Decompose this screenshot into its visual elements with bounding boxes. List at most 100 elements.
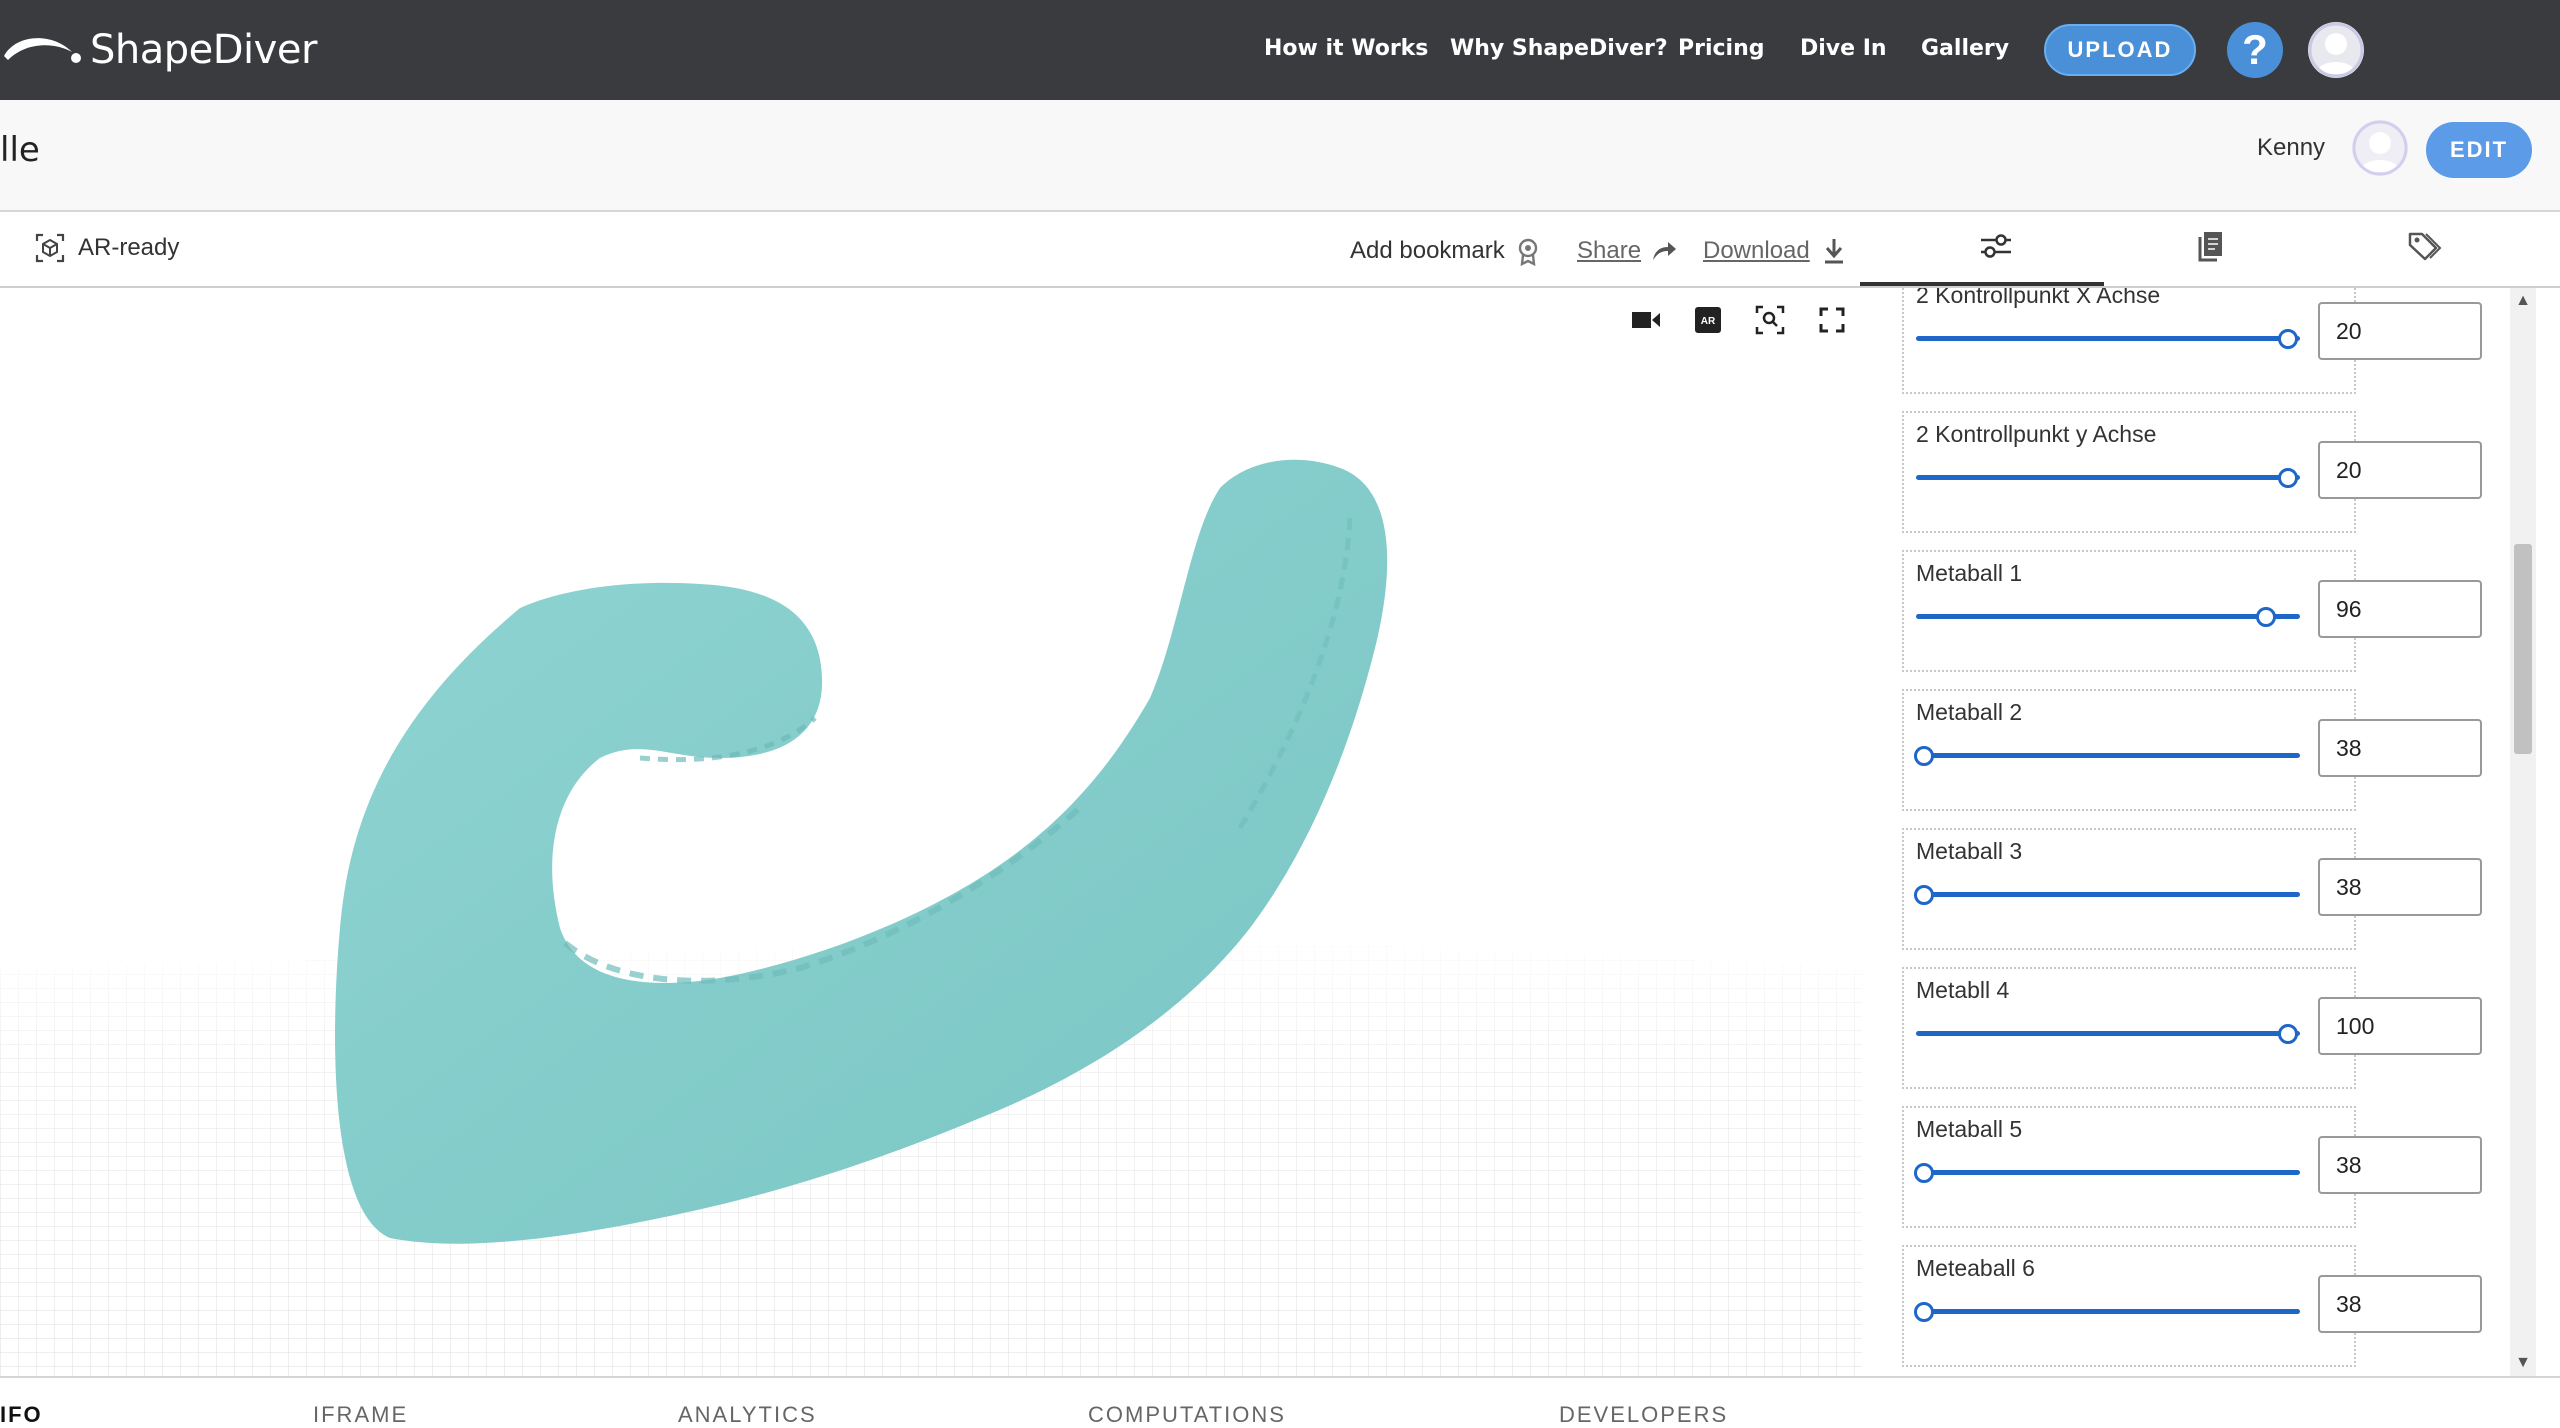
slider-track[interactable] — [1916, 336, 2300, 341]
tab-parameters[interactable] — [1976, 226, 2016, 266]
slider-thumb[interactable] — [2278, 329, 2298, 349]
download-label: Download — [1703, 237, 1810, 264]
tab-tags[interactable] — [2404, 226, 2444, 266]
edit-button[interactable]: EDIT — [2426, 122, 2532, 178]
parameter-value-input[interactable]: 100 — [2318, 997, 2482, 1055]
parameter-card: Metaball 1 96 — [1902, 550, 2482, 672]
nav-dive-in[interactable]: Dive In — [1800, 36, 1887, 61]
parameter-value-input[interactable]: 20 — [2318, 441, 2482, 499]
nav-how-it-works[interactable]: How it Works — [1264, 36, 1428, 61]
parameter-value-input[interactable]: 38 — [2318, 858, 2482, 916]
parameter-value-input[interactable]: 96 — [2318, 580, 2482, 638]
parameter-card: Metabll 4 100 — [1902, 967, 2482, 1089]
fullscreen-button[interactable] — [1814, 302, 1850, 338]
fullscreen-icon — [1819, 307, 1845, 333]
panel-scrollbar[interactable]: ▲ ▼ — [2510, 288, 2536, 1376]
model-title: lle — [0, 130, 40, 170]
top-navigation: ShapeDiver How it Works Why ShapeDiver? … — [0, 0, 2560, 100]
ar-icon: AR — [1695, 307, 1721, 333]
nav-pricing[interactable]: Pricing — [1678, 36, 1765, 61]
user-silhouette-icon — [2308, 22, 2364, 78]
slider-track[interactable] — [1916, 1170, 2300, 1175]
slider-thumb[interactable] — [1914, 1302, 1934, 1322]
ar-cube-icon — [35, 233, 65, 263]
slider-track[interactable] — [1916, 753, 2300, 758]
parameter-card: Metaball 3 38 — [1902, 828, 2482, 950]
slider-thumb[interactable] — [2278, 1024, 2298, 1044]
tab-developers[interactable]: DEVELOPERS — [1559, 1402, 1728, 1428]
tab-analytics[interactable]: ANALYTICS — [678, 1402, 817, 1428]
slider-thumb[interactable] — [1914, 885, 1934, 905]
parameter-card: Metaball 2 38 — [1902, 689, 2482, 811]
ar-ready-label: AR-ready — [78, 234, 180, 261]
parameter-label: Metaball 2 — [1916, 699, 2023, 725]
upload-button[interactable]: UPLOAD — [2044, 24, 2196, 76]
copy-icon — [2198, 232, 2222, 262]
bottom-tabs: IFO IFRAME ANALYTICS COMPUTATIONS DEVELO… — [0, 1376, 2560, 1427]
parameter-value-input[interactable]: 38 — [2318, 1275, 2482, 1333]
sliders-icon — [1981, 234, 2011, 258]
nav-gallery[interactable]: Gallery — [1921, 36, 2009, 61]
help-icon[interactable]: ? — [2227, 22, 2283, 78]
slider-track[interactable] — [1916, 1309, 2300, 1314]
owner-name[interactable]: Kenny — [2257, 134, 2325, 162]
user-avatar[interactable] — [2308, 22, 2364, 78]
scroll-up-icon[interactable]: ▲ — [2510, 288, 2536, 314]
viewer-scene — [0, 459, 1862, 1376]
scrollbar-thumb[interactable] — [2514, 544, 2532, 754]
model-toolbar: AR-ready Add bookmark Share Download — [0, 212, 2560, 288]
parameter-card: 2 Kontrollpunkt X Achse 20 — [1902, 288, 2482, 394]
parameter-label: Meteaball 6 — [1916, 1255, 2035, 1281]
parameter-label: Metabll 4 — [1916, 977, 2010, 1003]
scroll-down-icon[interactable]: ▼ — [2510, 1350, 2536, 1376]
zoom-extents-button[interactable] — [1752, 302, 1788, 338]
shapediver-logo[interactable]: ShapeDiver — [2, 24, 317, 76]
share-arrow-icon — [1653, 242, 1677, 260]
brand-name: ShapeDiver — [90, 27, 317, 73]
owner-avatar[interactable] — [2352, 120, 2408, 176]
ar-ready-indicator: AR-ready — [34, 232, 179, 264]
parameters-panel: 2 Kontrollpunkt X Achse 20 2 Kontrollpunkt… — [1862, 288, 2560, 1376]
bookmark-badge-icon — [1518, 238, 1537, 266]
camera-button[interactable] — [1628, 302, 1664, 338]
share-label: Share — [1577, 237, 1642, 264]
slider-track[interactable] — [1916, 614, 2300, 619]
parameter-value-input[interactable]: 38 — [2318, 719, 2482, 777]
slider-track[interactable] — [1916, 892, 2300, 897]
tab-computations[interactable]: COMPUTATIONS — [1088, 1402, 1286, 1428]
slider-thumb[interactable] — [2278, 468, 2298, 488]
parameter-label: Metaball 1 — [1916, 560, 2023, 586]
owner-silhouette-icon — [2352, 120, 2408, 176]
parameter-card: 2 Kontrollpunkt y Achse 20 — [1902, 411, 2482, 533]
add-bookmark-button[interactable]: Add bookmark — [1350, 236, 1543, 266]
slider-track[interactable] — [1916, 475, 2300, 480]
slider-thumb[interactable] — [2256, 607, 2277, 627]
slider-thumb[interactable] — [1914, 1163, 1934, 1183]
svg-text:AR: AR — [1701, 316, 1716, 327]
parameter-label: 2 Kontrollpunkt y Achse — [1916, 421, 2157, 447]
slider-track[interactable] — [1916, 1031, 2300, 1036]
tab-info[interactable]: IFO — [0, 1402, 43, 1428]
parameter-card: Metaball 5 38 — [1902, 1106, 2482, 1228]
parameter-value-input[interactable]: 20 — [2318, 302, 2482, 360]
model-title-bar: lle Kenny EDIT — [0, 100, 2560, 212]
slider-thumb[interactable] — [1914, 746, 1934, 766]
nav-why-shapediver[interactable]: Why ShapeDiver? — [1450, 36, 1668, 61]
active-tab-indicator — [1860, 282, 2104, 286]
parameter-card: Meteaball 6 38 — [1902, 1245, 2482, 1367]
add-bookmark-label: Add bookmark — [1350, 237, 1505, 264]
3d-viewer[interactable]: AR — [0, 288, 1862, 1376]
tab-copy[interactable] — [2190, 226, 2230, 266]
download-button[interactable]: Download — [1703, 236, 1848, 266]
parameter-label: Metaball 3 — [1916, 838, 2023, 864]
tab-iframe[interactable]: IFRAME — [313, 1402, 408, 1428]
share-button[interactable]: Share — [1577, 236, 1679, 266]
ar-view-button[interactable]: AR — [1690, 302, 1726, 338]
zoom-extents-icon — [1755, 305, 1785, 335]
parameter-label: 2 Kontrollpunkt X Achse — [1916, 288, 2161, 308]
parameter-value-input[interactable]: 38 — [2318, 1136, 2482, 1194]
download-icon — [1824, 239, 1843, 264]
logo-swoosh-icon — [4, 38, 81, 63]
parameter-label: Metaball 5 — [1916, 1116, 2023, 1142]
camera-icon — [1632, 312, 1660, 328]
